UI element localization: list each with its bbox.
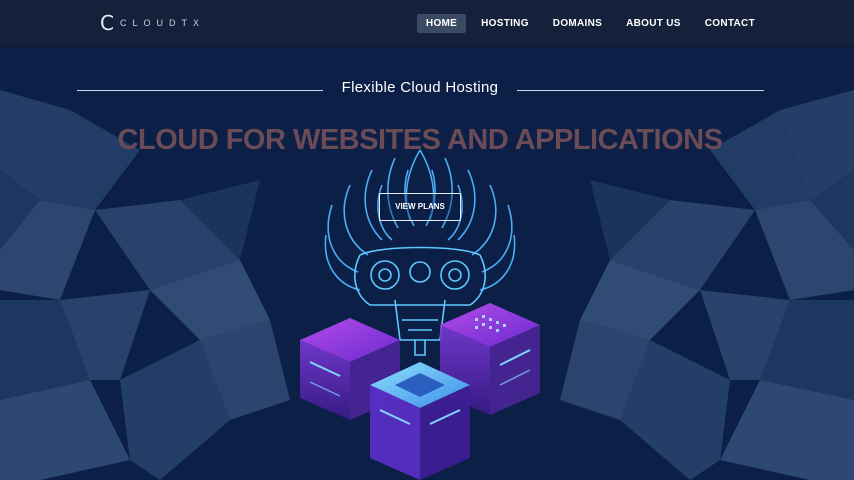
cloud-logo-icon: C <box>100 11 114 35</box>
nav-item-hosting[interactable]: HOSTING <box>472 14 538 33</box>
top-navbar: C CLOUDTX HOME HOSTING DOMAINS ABOUT US … <box>0 0 854 47</box>
view-plans-button[interactable]: VIEW PLANS <box>379 193 461 221</box>
hero-headline: CLOUD FOR WEBSITES AND APPLICATIONS <box>117 124 723 156</box>
hero-subtitle: Flexible Cloud Hosting <box>341 79 499 96</box>
nav-item-about-us[interactable]: ABOUT US <box>617 14 690 33</box>
nav-item-domains[interactable]: DOMAINS <box>544 14 611 33</box>
logo-text: CLOUDTX <box>119 18 205 28</box>
nav-item-contact[interactable]: CONTACT <box>696 14 764 33</box>
nav-item-home[interactable]: HOME <box>416 14 467 33</box>
site-logo[interactable]: C CLOUDTX <box>100 12 205 34</box>
mask-illustration <box>300 149 540 480</box>
main-menu: HOME HOSTING DOMAINS ABOUT US CONTACT <box>411 14 764 33</box>
